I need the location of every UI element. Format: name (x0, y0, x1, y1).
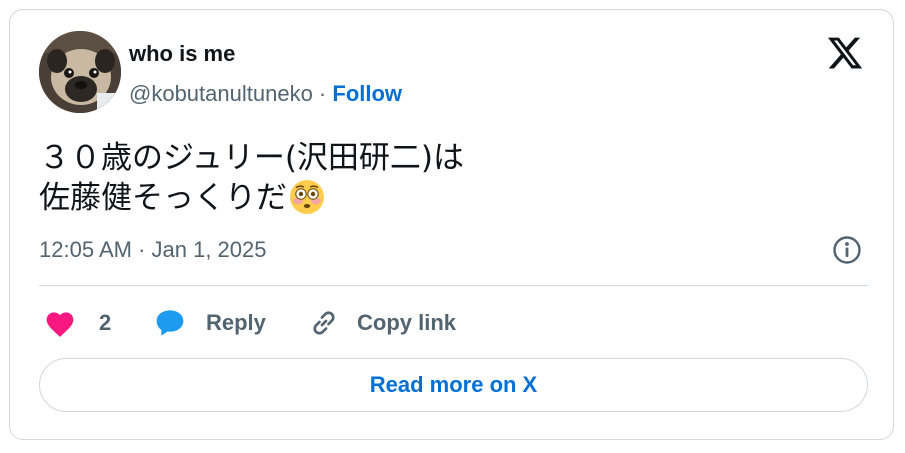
like-count: 2 (99, 310, 112, 335)
reply-button[interactable]: Reply (153, 306, 266, 340)
divider (39, 285, 868, 286)
tweet-text: ３０歳のジュリー(沢田研二)は 佐藤健そっくりだ (39, 138, 859, 225)
copy-link-label: Copy link (357, 310, 457, 335)
tweet-line-1: ３０歳のジュリー(沢田研二)は (39, 140, 465, 176)
tweet-timestamp[interactable]: 12:05 AM · Jan 1, 2025 (39, 236, 267, 264)
link-icon (313, 311, 335, 335)
flushed-face-emoji-icon (289, 179, 325, 225)
speech-bubble-icon (156, 310, 184, 336)
tweet-line-2: 佐藤健そっくりだ (39, 180, 287, 216)
user-handle[interactable]: @kobutanultuneko (129, 81, 313, 106)
read-more-button[interactable]: Read more on X (39, 358, 868, 412)
handle-separator: · (312, 81, 333, 106)
like-button[interactable]: 2 (44, 306, 111, 340)
display-name[interactable]: who is me (129, 40, 235, 68)
copy-link-button[interactable]: Copy link (308, 306, 456, 340)
x-logo-icon[interactable] (826, 34, 864, 72)
info-icon[interactable] (832, 235, 862, 265)
reply-label: Reply (206, 310, 266, 335)
tweet-line-2-wrap: 佐藤健そっくりだ (39, 178, 859, 225)
heart-icon (46, 312, 74, 337)
tweet-card: who is me @kobutanultuneko · Follow ３０歳の… (9, 9, 894, 440)
handle-row: @kobutanultuneko · Follow (129, 80, 402, 108)
pug-avatar[interactable] (39, 31, 121, 113)
follow-link[interactable]: Follow (332, 81, 402, 106)
